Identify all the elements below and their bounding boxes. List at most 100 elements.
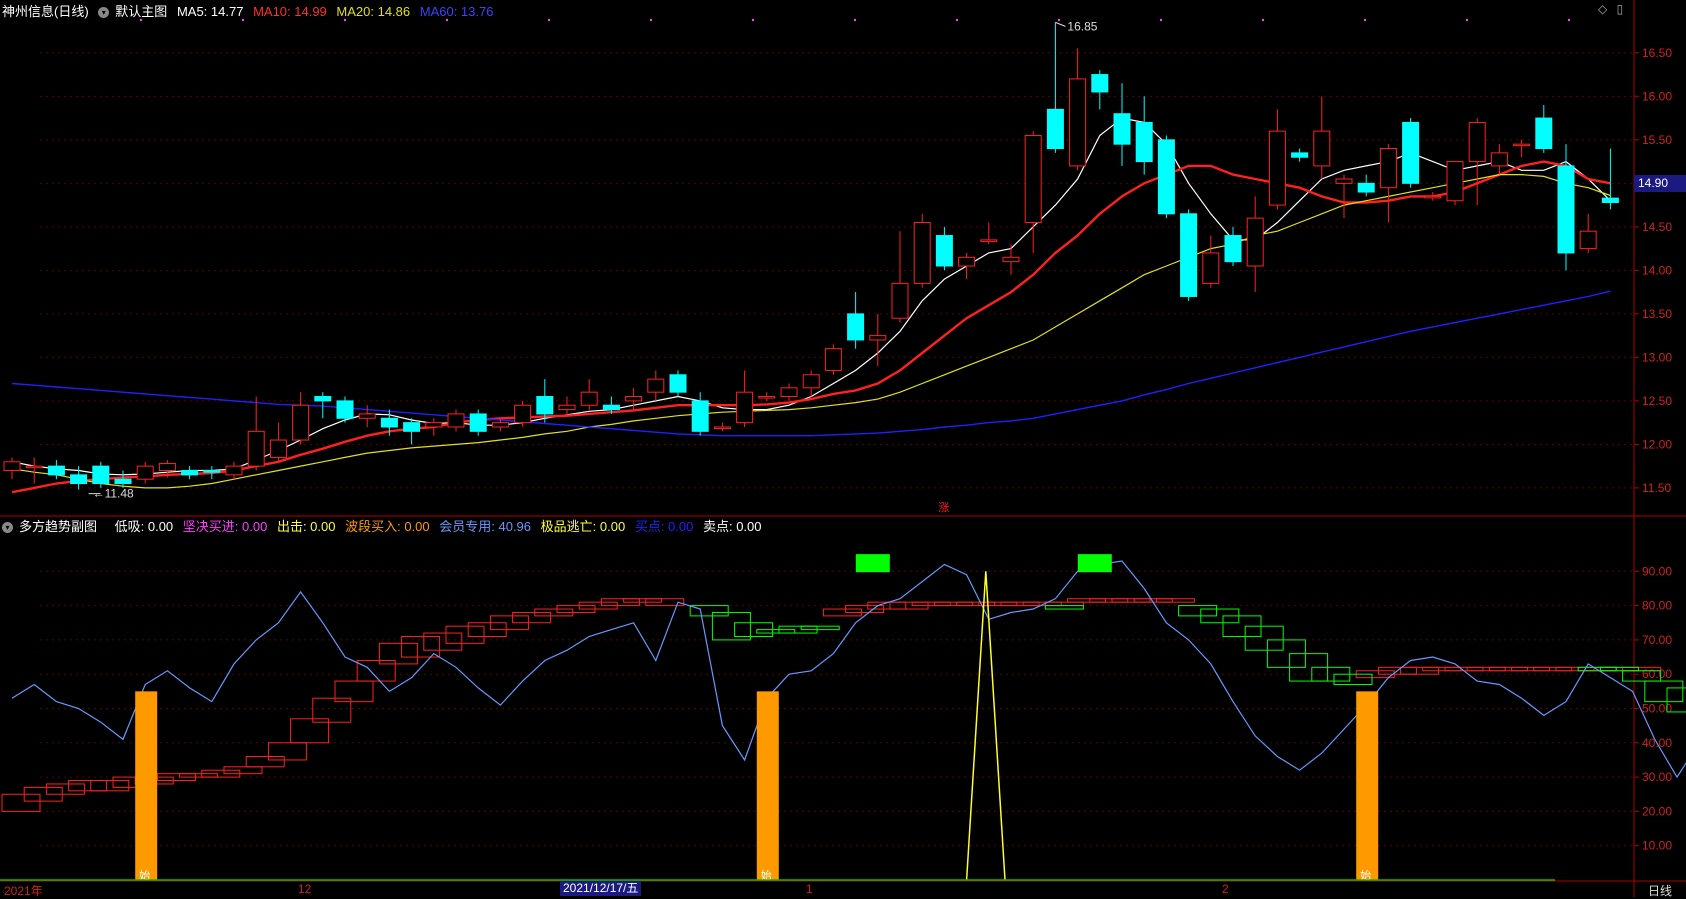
candle: [1513, 139, 1531, 158]
signal-bar: [756, 691, 779, 880]
high-pointer: [1055, 21, 1066, 27]
y-tick-label: 60.00: [1642, 667, 1672, 681]
candle-body: [1446, 161, 1464, 202]
candle-body: [447, 413, 465, 428]
candle: [225, 461, 243, 480]
candle-body: [1335, 178, 1353, 184]
candle: [1402, 118, 1420, 188]
template-name[interactable]: 默认主图: [115, 4, 167, 19]
candle: [203, 466, 221, 480]
y-tick-label: 16.50: [1642, 46, 1672, 60]
candle-body: [558, 404, 576, 411]
candle-body: [580, 391, 598, 406]
stock-title[interactable]: 神州信息(日线): [2, 4, 89, 19]
trend-box-up: [1067, 598, 1107, 603]
trend-box-up: [90, 780, 130, 792]
date-label-dec: 12: [298, 882, 312, 896]
candle-body: [1579, 230, 1597, 250]
member-label: 会员专用: 40.96: [439, 519, 532, 534]
candle: [336, 396, 354, 423]
candle-body: [1513, 143, 1531, 147]
dropdown-icon[interactable]: ▾: [2, 522, 13, 534]
candle-body: [1402, 121, 1420, 184]
candle-body: [1313, 130, 1331, 167]
candle-body: [1379, 148, 1397, 189]
candle: [25, 457, 43, 484]
candle: [736, 370, 754, 427]
trend-box-up: [1422, 666, 1462, 672]
candle-body: [181, 469, 199, 476]
candle-body: [691, 400, 709, 432]
candle: [92, 461, 110, 488]
candle: [669, 370, 687, 397]
candle-body: [1490, 152, 1508, 167]
candle-body: [380, 417, 398, 428]
candle-body: [1224, 235, 1242, 263]
candle-body: [1202, 252, 1220, 284]
candle-body: [913, 221, 931, 284]
candle: [647, 370, 665, 401]
candle-body: [514, 404, 532, 424]
period-label[interactable]: 日线: [1648, 882, 1672, 899]
candle: [247, 396, 265, 471]
top-icons: ◇ ▯: [1598, 2, 1623, 16]
top-marker: [752, 19, 754, 21]
trend-box-up: [1511, 666, 1551, 672]
trend-box-down: [711, 611, 751, 641]
candle: [1424, 192, 1442, 201]
candle: [1579, 213, 1597, 253]
ma-line-ma60: [11, 290, 1611, 437]
candle-body: [802, 374, 820, 389]
trend-box-up: [267, 742, 307, 761]
candle-body: [70, 474, 88, 485]
date-label-year: 2021年: [4, 884, 43, 898]
candle: [935, 226, 953, 271]
y-tick-label: 12.00: [1642, 437, 1672, 451]
candle-body: [1024, 134, 1042, 223]
candle: [1468, 118, 1486, 206]
low-label: ←11.48: [93, 487, 134, 501]
ma5-label: MA5: 14.77: [176, 4, 244, 19]
date-axis: 2021年 12 1 2: [0, 882, 1686, 898]
candle-body: [1046, 108, 1064, 150]
date-label-feb: 2: [1222, 882, 1229, 896]
candle-body: [891, 282, 909, 319]
signal-block: [855, 554, 890, 573]
candle-body: [758, 396, 776, 399]
candle-body: [269, 439, 287, 458]
candle-body: [92, 465, 110, 485]
candle: [1135, 96, 1153, 175]
y-tick-label: 50.00: [1642, 702, 1672, 716]
signal-bar: [1356, 691, 1379, 880]
candle: [1357, 174, 1375, 197]
y-tick-label: 13.00: [1642, 350, 1672, 364]
candle-body: [469, 413, 487, 432]
buy-point-label: 买点: 0.00: [634, 519, 694, 534]
candle: [1291, 148, 1309, 162]
candle: [1091, 70, 1109, 110]
top-marker: [548, 19, 550, 21]
candle-body: [336, 400, 354, 419]
candle-body: [1601, 197, 1619, 203]
candle: [1446, 161, 1464, 206]
y-tick-label: 90.00: [1642, 564, 1672, 578]
stock-chart[interactable]: 11.5012.0012.5013.0013.5014.0014.5015.00…: [0, 0, 1686, 897]
candle-body: [1468, 121, 1486, 163]
candle-body: [824, 348, 842, 371]
window-icon[interactable]: ▯: [1617, 2, 1624, 16]
candle-body: [358, 413, 376, 419]
trend-box-up: [911, 601, 951, 607]
y-tick-label: 80.00: [1642, 599, 1672, 613]
signal-block: [1077, 554, 1112, 573]
trend-box-down: [800, 625, 840, 631]
candle-body: [3, 461, 21, 471]
diamond-icon[interactable]: ◇: [1598, 2, 1607, 16]
indicator-title[interactable]: 多方趋势副图: [19, 519, 97, 534]
candle-body: [114, 478, 132, 485]
ma20-label: MA20: 14.86: [336, 4, 411, 19]
candle: [1535, 105, 1553, 153]
candle-body: [1246, 217, 1264, 267]
trend-box-up: [1089, 598, 1129, 603]
top-marker: [1466, 19, 1468, 21]
dropdown-icon[interactable]: ▾: [98, 7, 110, 19]
